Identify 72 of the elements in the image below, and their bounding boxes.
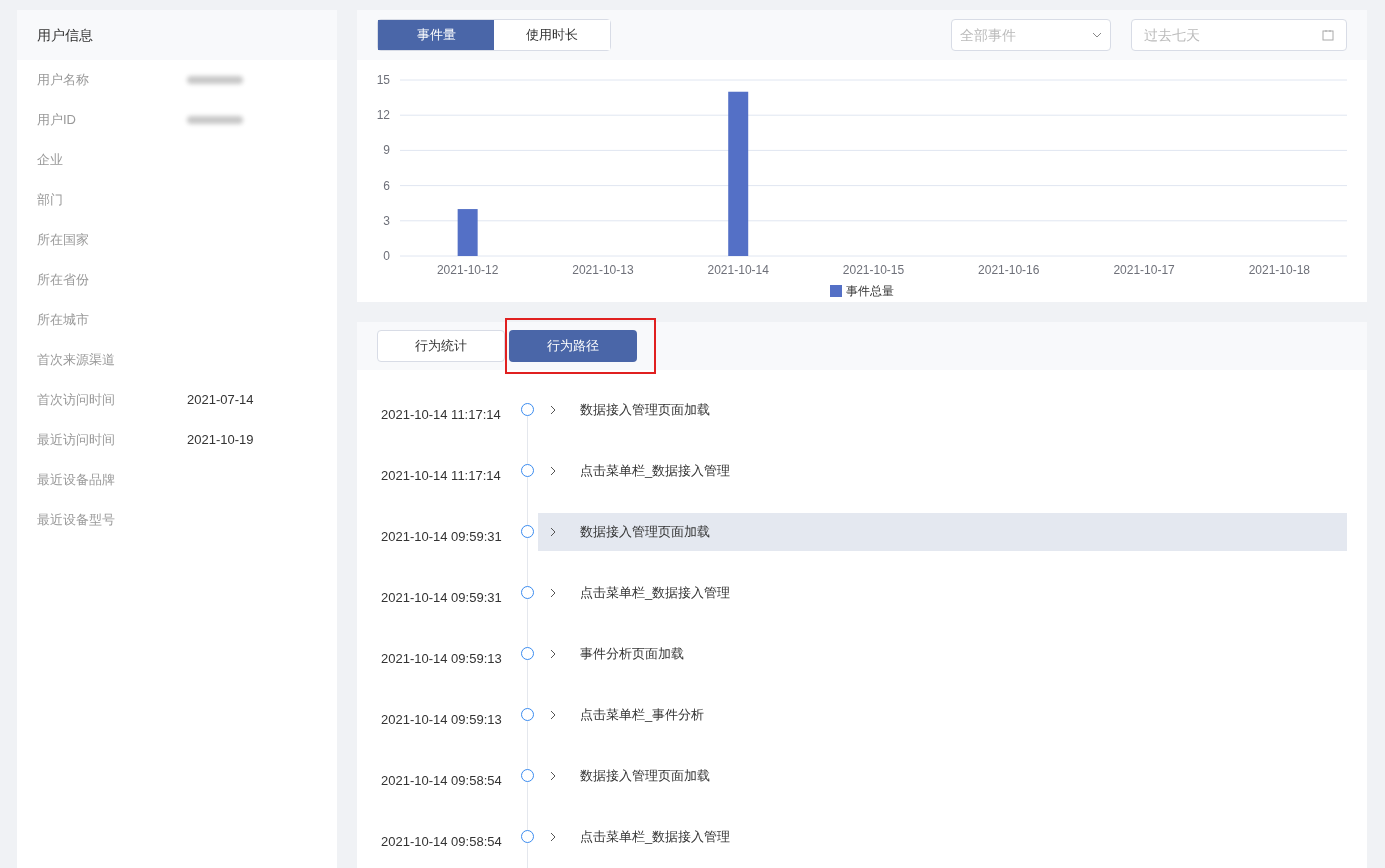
axis-tick-label: 2021-10-18: [1248, 263, 1311, 277]
axis-tick-label: 6: [383, 178, 390, 193]
field-label: 所在省份: [37, 271, 90, 290]
blurred-value: [187, 76, 243, 84]
axis-tick-label: 2021-10-13: [572, 263, 634, 277]
event-time: 2021-10-14 09:58:54: [381, 832, 503, 851]
axis-tick-label: 0: [383, 249, 390, 263]
timeline-node-icon: [521, 464, 534, 477]
chevron-right-icon: [550, 831, 556, 842]
event-time: 2021-10-14 09:59:13: [381, 649, 503, 668]
axis-tick-label: 12: [376, 108, 390, 123]
tab[interactable]: 事件量: [378, 20, 494, 50]
axis-tick-label: 9: [383, 143, 390, 158]
axis-tick-label: 2021-10-14: [707, 263, 769, 277]
field-label: 用户名称: [37, 71, 90, 90]
field-label: 所在城市: [37, 311, 90, 330]
chevron-right-icon: [550, 770, 556, 781]
timeline-node-icon: [521, 830, 534, 843]
legend-swatch: [830, 285, 842, 297]
field-value: 2021-10-19: [187, 431, 254, 450]
axis-tick-label: 2021-10-16: [978, 263, 1040, 277]
timeline-node-icon: [521, 708, 534, 721]
chevron-right-icon: [550, 526, 556, 537]
field-value: 2021-07-14: [187, 391, 254, 410]
tab[interactable]: 使用时长: [494, 20, 610, 50]
event-name: 点击菜单栏_事件分析: [580, 705, 705, 724]
event-time: 2021-10-14 09:59:13: [381, 710, 503, 729]
event-name: 事件分析页面加载: [580, 644, 684, 663]
timeline-node-icon: [521, 525, 534, 538]
event-row[interactable]: 数据接入管理页面加载: [538, 512, 1347, 551]
field-label: 首次来源渠道: [37, 351, 116, 370]
tab[interactable]: 行为统计: [377, 330, 505, 362]
chevron-right-icon: [550, 648, 556, 659]
bar: [457, 209, 478, 256]
timeline-node-icon: [521, 769, 534, 782]
field-label: 企业: [37, 151, 64, 170]
event-name: 点击菜单栏_数据接入管理: [580, 827, 731, 846]
timeline-node-icon: [521, 586, 534, 599]
blurred-value: [187, 116, 243, 124]
axis-tick-label: 15: [376, 73, 390, 87]
tab[interactable]: 行为路径: [509, 330, 637, 362]
axis-tick-label: 2021-10-17: [1113, 263, 1175, 277]
field-label: 所在国家: [37, 231, 90, 250]
event-time: 2021-10-14 09:58:54: [381, 771, 503, 790]
event-time: 2021-10-14 11:17:14: [381, 466, 502, 485]
field-label: 最近访问时间: [37, 431, 116, 450]
field-label: 最近设备型号: [37, 511, 116, 530]
chevron-down-icon: [1092, 32, 1102, 38]
field-label: 最近设备品牌: [37, 471, 116, 490]
event-time: 2021-10-14 09:59:31: [381, 588, 503, 607]
chevron-right-icon: [550, 465, 556, 476]
calendar-icon: [1322, 29, 1334, 41]
event-name: 数据接入管理页面加载: [580, 522, 710, 541]
event-name: 数据接入管理页面加载: [580, 766, 710, 785]
chevron-right-icon: [550, 709, 556, 720]
chevron-right-icon: [550, 587, 556, 598]
field-label: 首次访问时间: [37, 391, 116, 410]
field-label: 用户ID: [37, 111, 77, 130]
event-name: 点击菜单栏_数据接入管理: [580, 461, 731, 480]
axis-tick-label: 3: [383, 213, 390, 228]
timeline-node-icon: [521, 403, 534, 416]
chevron-right-icon: [550, 404, 556, 415]
event-time: 2021-10-14 09:59:31: [381, 527, 503, 546]
legend-label: 事件总量: [846, 283, 894, 300]
timeline-node-icon: [521, 647, 534, 660]
axis-tick-label: 2021-10-15: [842, 263, 905, 277]
event-time: 2021-10-14 11:17:14: [381, 405, 502, 424]
axis-tick-label: 2021-10-12: [436, 263, 499, 277]
event-name: 点击菜单栏_数据接入管理: [580, 583, 731, 602]
panel-title: 用户信息: [37, 25, 93, 45]
event-name: 数据接入管理页面加载: [580, 400, 710, 419]
field-label: 部门: [37, 191, 64, 210]
